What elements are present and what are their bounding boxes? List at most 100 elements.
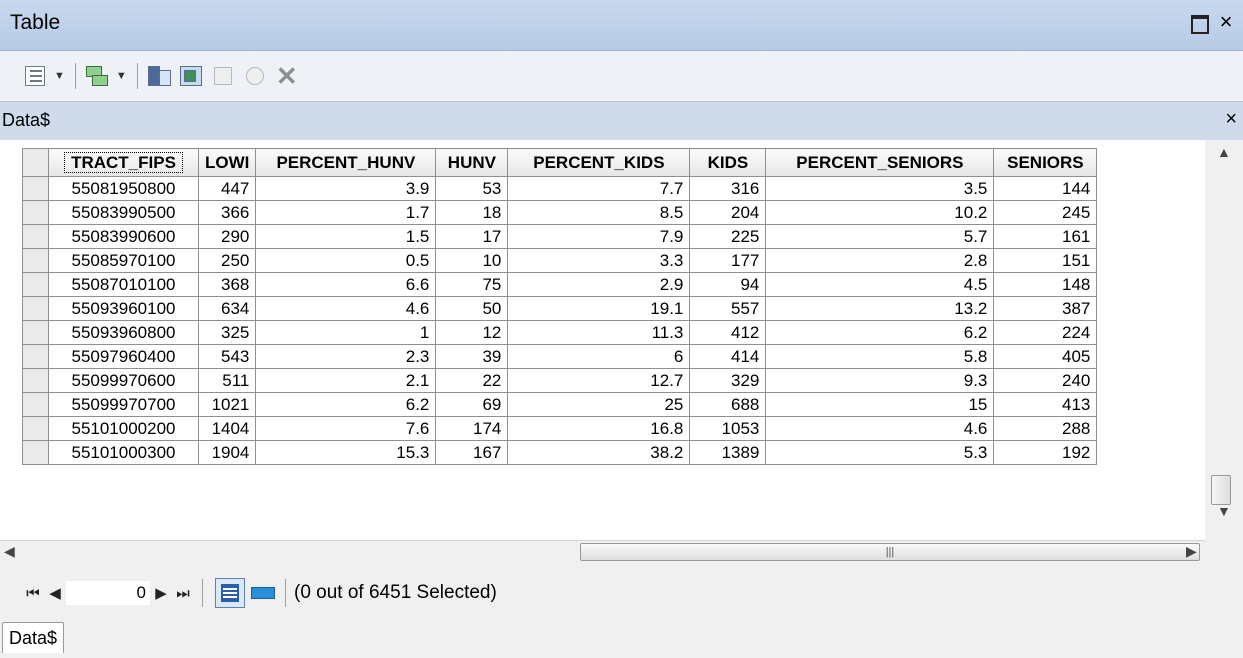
table-cell[interactable]: 7.7 [507, 176, 691, 201]
table-cell[interactable]: 55083990600 [48, 224, 199, 249]
table-cell[interactable]: 148 [993, 272, 1098, 297]
horizontal-scroll-thumb[interactable]: ||| [580, 543, 1200, 561]
table-cell[interactable]: 55093960100 [48, 296, 199, 321]
table-cell[interactable]: 55081950800 [48, 176, 199, 201]
table-cell[interactable]: 412 [689, 320, 767, 345]
table-cell[interactable]: 19.1 [507, 296, 691, 321]
table-cell[interactable]: 224 [993, 320, 1098, 345]
table-row[interactable]: 55099970600 511 2.1 22 12.7 329 9.3 240 [22, 368, 1098, 393]
table-cell[interactable]: 1 [255, 320, 437, 345]
maximize-icon[interactable] [1191, 15, 1209, 34]
table-cell[interactable]: 12 [435, 320, 509, 345]
bottom-table-tab[interactable]: Data$ [2, 622, 65, 653]
table-cell[interactable]: 511 [197, 368, 257, 393]
table-cell[interactable]: 2.3 [255, 344, 437, 369]
table-cell[interactable]: 240 [993, 368, 1098, 393]
table-options-dropdown-icon[interactable]: ▼ [54, 70, 65, 82]
column-header-hunv[interactable]: HUNV [435, 148, 509, 177]
show-selected-records-button[interactable] [249, 579, 277, 607]
scroll-up-icon[interactable]: ▲ [1217, 144, 1231, 160]
vertical-scrollbar[interactable]: ▲ ▼ [1205, 140, 1243, 540]
table-cell[interactable]: 55087010100 [48, 272, 199, 297]
table-cell[interactable]: 18 [435, 200, 509, 225]
table-cell[interactable]: 316 [689, 176, 767, 201]
row-selector[interactable] [22, 296, 49, 321]
table-row[interactable]: 55093960100 634 4.6 50 19.1 557 13.2 387 [22, 296, 1098, 321]
table-cell[interactable]: 7.6 [255, 416, 437, 441]
table-cell[interactable]: 3.5 [765, 176, 995, 201]
table-cell[interactable]: 0.5 [255, 248, 437, 273]
table-cell[interactable]: 15.3 [255, 440, 437, 465]
related-tables-dropdown-icon[interactable]: ▼ [116, 70, 127, 82]
table-cell[interactable]: 55101000300 [48, 440, 199, 465]
table-cell[interactable]: 634 [197, 296, 257, 321]
table-cell[interactable]: 13.2 [765, 296, 995, 321]
last-record-icon[interactable]: ⏭ [172, 585, 194, 602]
table-row[interactable]: 55085970100 250 0.5 10 3.3 177 2.8 151 [22, 248, 1098, 273]
table-cell[interactable]: 177 [689, 248, 767, 273]
table-cell[interactable]: 55099970600 [48, 368, 199, 393]
row-selector-header[interactable] [22, 148, 49, 177]
table-cell[interactable]: 55093960800 [48, 320, 199, 345]
table-cell[interactable]: 2.8 [765, 248, 995, 273]
table-row[interactable]: 55087010100 368 6.6 75 2.9 94 4.5 148 [22, 272, 1098, 297]
table-cell[interactable]: 1904 [197, 440, 257, 465]
select-by-attributes-button[interactable] [146, 63, 172, 89]
table-cell[interactable]: 167 [435, 440, 509, 465]
show-all-records-button[interactable] [215, 578, 245, 608]
table-cell[interactable]: 55085970100 [48, 248, 199, 273]
scroll-left-icon[interactable]: ◀ [4, 543, 15, 560]
row-selector[interactable] [22, 248, 49, 273]
next-record-icon[interactable]: ▶ [150, 584, 172, 602]
column-header-kids[interactable]: KIDS [689, 148, 767, 177]
table-cell[interactable]: 94 [689, 272, 767, 297]
row-selector[interactable] [22, 392, 49, 417]
column-header-lowi[interactable]: LOWI [197, 148, 257, 177]
table-cell[interactable]: 2.1 [255, 368, 437, 393]
clear-selection-button[interactable] [210, 63, 236, 89]
table-cell[interactable]: 225 [689, 224, 767, 249]
row-selector[interactable] [22, 416, 49, 441]
row-selector[interactable] [22, 176, 49, 201]
column-header-percent-kids[interactable]: PERCENT_KIDS [507, 148, 691, 177]
table-cell[interactable]: 151 [993, 248, 1098, 273]
table-cell[interactable]: 10 [435, 248, 509, 273]
scroll-down-icon[interactable]: ▼ [1217, 503, 1231, 519]
scroll-right-icon[interactable]: ▶ [1186, 543, 1197, 560]
table-cell[interactable]: 557 [689, 296, 767, 321]
table-cell[interactable]: 1389 [689, 440, 767, 465]
table-cell[interactable]: 447 [197, 176, 257, 201]
column-header-percent-hunv[interactable]: PERCENT_HUNV [255, 148, 437, 177]
current-record-input[interactable]: 0 [66, 581, 150, 605]
table-cell[interactable]: 53 [435, 176, 509, 201]
table-cell[interactable]: 387 [993, 296, 1098, 321]
table-cell[interactable]: 405 [993, 344, 1098, 369]
table-cell[interactable]: 3.3 [507, 248, 691, 273]
table-cell[interactable]: 25 [507, 392, 691, 417]
table-cell[interactable]: 38.2 [507, 440, 691, 465]
table-row[interactable]: 55083990500 366 1.7 18 8.5 204 10.2 245 [22, 200, 1098, 225]
table-row[interactable]: 55083990600 290 1.5 17 7.9 225 5.7 161 [22, 224, 1098, 249]
column-header-percent-seniors[interactable]: PERCENT_SENIORS [765, 148, 995, 177]
table-cell[interactable]: 1.7 [255, 200, 437, 225]
table-cell[interactable]: 69 [435, 392, 509, 417]
table-cell[interactable]: 4.6 [255, 296, 437, 321]
close-window-icon[interactable]: × [1215, 9, 1237, 35]
horizontal-scrollbar[interactable]: ◀ ||| ▶ [0, 540, 1205, 563]
table-cell[interactable]: 1.5 [255, 224, 437, 249]
table-cell[interactable]: 9.3 [765, 368, 995, 393]
table-cell[interactable]: 5.8 [765, 344, 995, 369]
switch-selection-button[interactable] [178, 63, 204, 89]
table-cell[interactable]: 174 [435, 416, 509, 441]
table-cell[interactable]: 55101000200 [48, 416, 199, 441]
table-row[interactable]: 55099970700 1021 6.2 69 25 688 15 413 [22, 392, 1098, 417]
row-selector[interactable] [22, 320, 49, 345]
column-header-seniors[interactable]: SENIORS [993, 148, 1098, 177]
table-cell[interactable]: 55083990500 [48, 200, 199, 225]
table-cell[interactable]: 688 [689, 392, 767, 417]
table-cell[interactable]: 543 [197, 344, 257, 369]
table-cell[interactable]: 6.2 [255, 392, 437, 417]
table-cell[interactable]: 288 [993, 416, 1098, 441]
table-cell[interactable]: 6.2 [765, 320, 995, 345]
table-cell[interactable]: 366 [197, 200, 257, 225]
